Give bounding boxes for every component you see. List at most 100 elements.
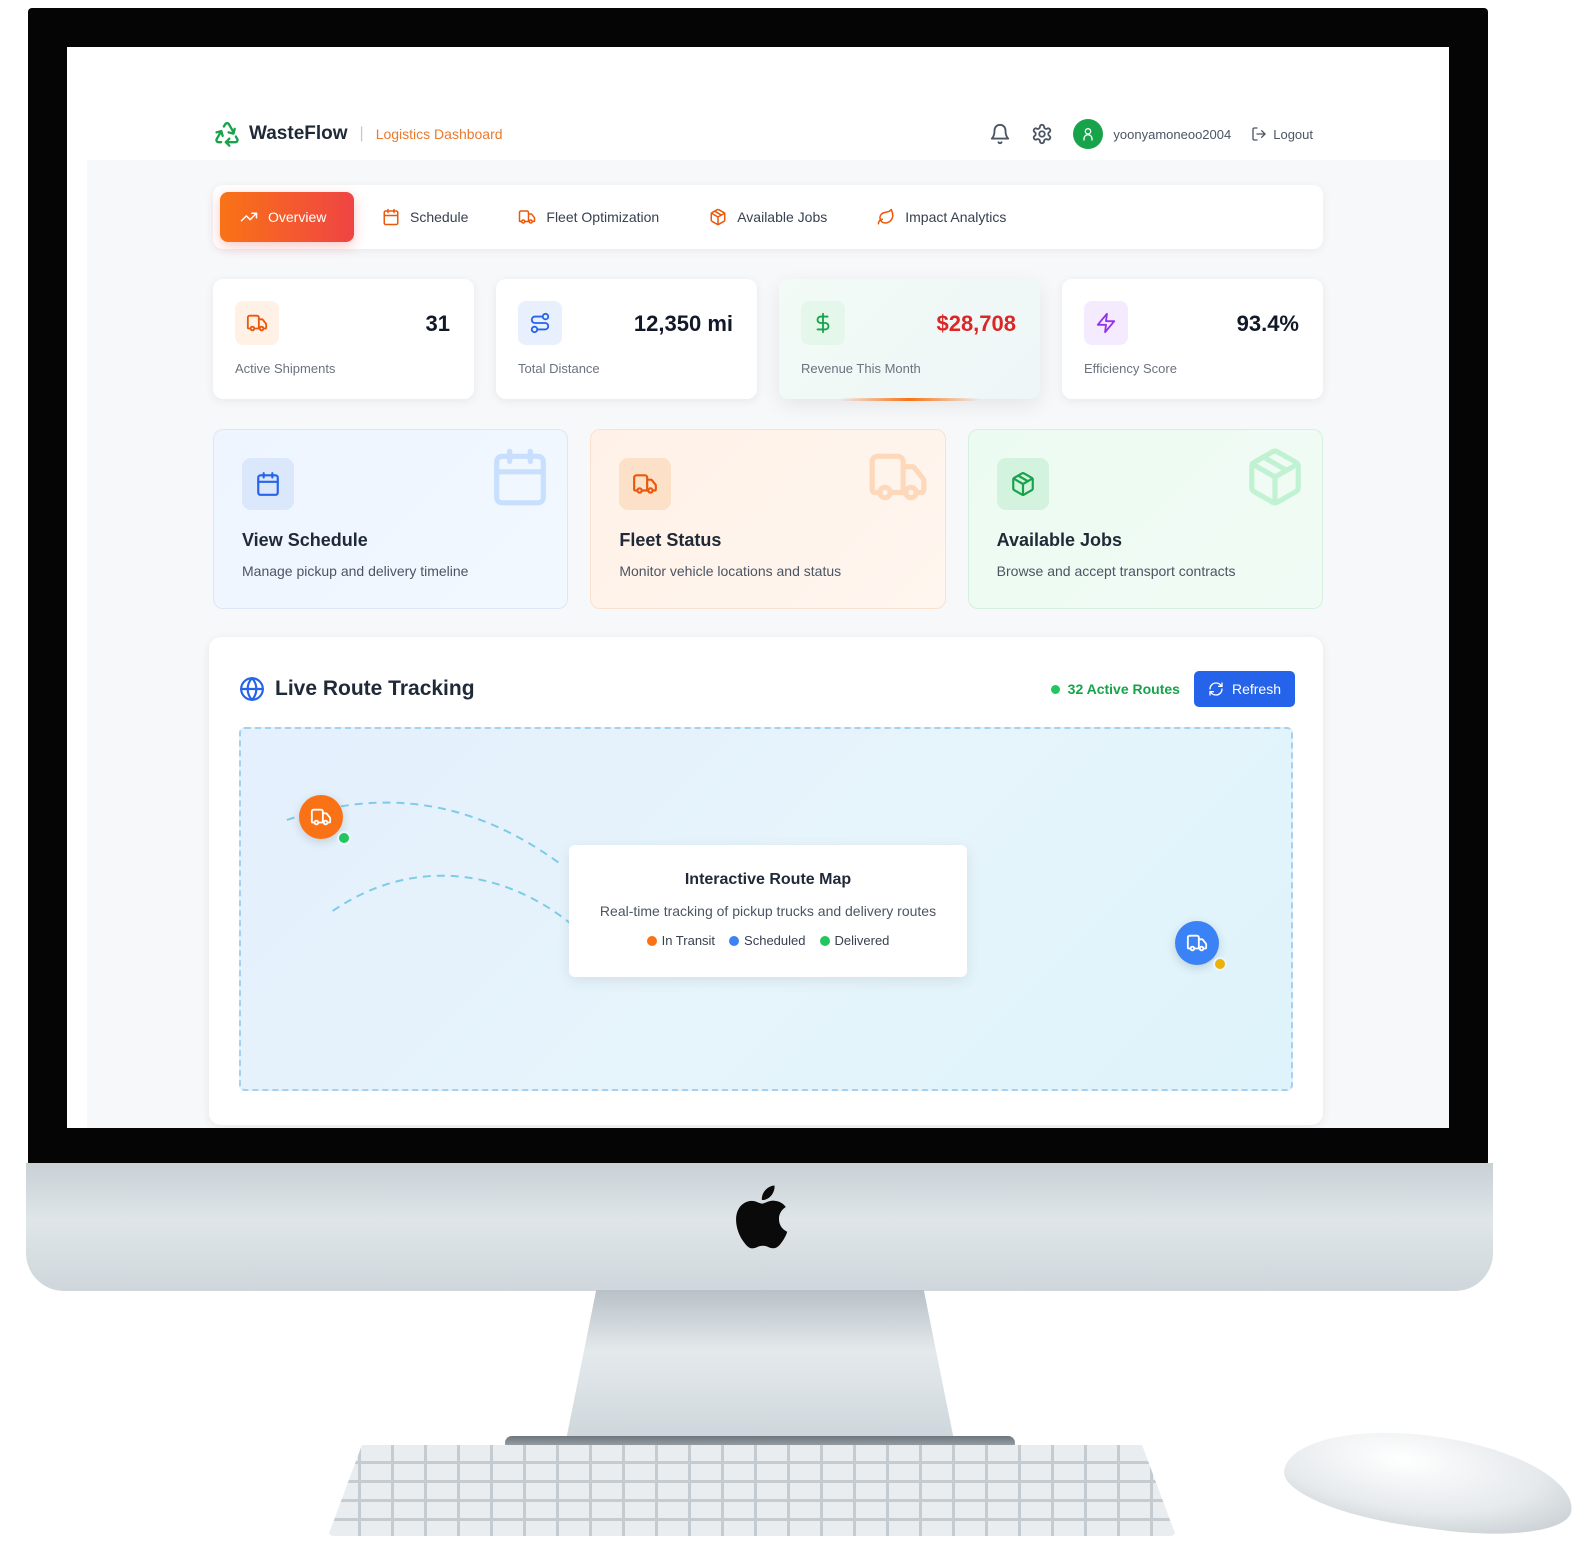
map-subtitle: Real-time tracking of pickup trucks and … <box>599 903 937 919</box>
route-icon <box>529 312 551 334</box>
view-schedule-card[interactable]: View Schedule Manage pickup and delivery… <box>213 429 569 609</box>
bell-icon[interactable] <box>989 123 1011 145</box>
screen: WasteFlow | Logistics Dashboard yoonyamo… <box>67 47 1449 1128</box>
monitor-stand <box>565 1290 955 1445</box>
available-jobs-card[interactable]: Available Jobs Browse and accept transpo… <box>967 429 1323 609</box>
stat-value: $28,708 <box>936 311 1016 336</box>
map-title: Interactive Route Map <box>684 871 852 888</box>
legend-label: In Transit <box>661 933 716 948</box>
truck-marker-in-transit[interactable] <box>299 795 343 839</box>
calendar-icon <box>255 471 281 497</box>
brand-subtitle: Logistics Dashboard <box>375 126 503 142</box>
stat-card-active-shipments: 31 Active Shipments <box>213 279 474 399</box>
tab-available-jobs[interactable]: Available Jobs <box>687 192 849 242</box>
legend-item-in-transit: In Transit <box>646 933 716 948</box>
stat-icon-box <box>801 301 845 345</box>
legend-item-scheduled: Scheduled <box>729 933 806 948</box>
map-info-card: Interactive Route Map Real-time tracking… <box>569 845 967 977</box>
card-icon-box <box>242 458 294 510</box>
map-legend: In Transit Scheduled Delivered <box>569 933 967 948</box>
username[interactable]: yoonyamoneoo2004 <box>1113 127 1231 142</box>
truck-icon <box>1186 932 1208 954</box>
truck-icon <box>310 806 332 828</box>
lightning-icon <box>1095 312 1117 334</box>
tab-label: Overview <box>268 209 327 225</box>
truck-icon <box>518 208 536 226</box>
card-description: Manage pickup and delivery timeline <box>242 563 469 579</box>
tab-label: Impact Analytics <box>905 209 1007 225</box>
status-dot-pending <box>1213 957 1227 971</box>
legend-label: Scheduled <box>744 933 806 948</box>
quick-actions-row: View Schedule Manage pickup and delivery… <box>213 429 1323 609</box>
live-route-tracking-panel: Live Route Tracking 32 Active Routes Ref… <box>209 637 1323 1125</box>
tab-bar: Overview Schedule Fleet Optimization Ava… <box>213 185 1323 249</box>
stat-label: Active Shipments <box>235 361 336 376</box>
truck-icon <box>632 471 658 497</box>
card-description: Browse and accept transport contracts <box>996 563 1236 579</box>
stats-row: 31 Active Shipments 12,350 mi Total Dist… <box>213 279 1323 401</box>
tab-label: Fleet Optimization <box>546 209 660 225</box>
legend-dot <box>729 935 740 946</box>
legend-dot <box>646 935 657 946</box>
refresh-button[interactable]: Refresh <box>1193 671 1295 707</box>
calendar-icon <box>382 208 400 226</box>
stat-card-total-distance: 12,350 mi Total Distance <box>496 279 757 399</box>
tab-fleet-optimization[interactable]: Fleet Optimization <box>496 192 681 242</box>
card-icon-box <box>996 458 1049 510</box>
stat-icon-box <box>235 301 279 345</box>
route-map[interactable]: Interactive Route Map Real-time tracking… <box>239 727 1293 1091</box>
stat-value: 93.4% <box>1236 311 1299 336</box>
active-routes-label: 32 Active Routes <box>1067 681 1180 697</box>
tracking-header: Live Route Tracking 32 Active Routes Ref… <box>239 669 1295 709</box>
package-icon <box>1010 471 1036 497</box>
refresh-icon <box>1208 681 1224 697</box>
tab-label: Available Jobs <box>737 209 828 225</box>
logout-icon <box>1251 126 1267 142</box>
gear-icon[interactable] <box>1031 123 1053 145</box>
tab-label: Schedule <box>410 209 469 225</box>
avatar[interactable] <box>1073 119 1104 149</box>
route-line-scheduled <box>332 874 571 924</box>
tracking-title: Live Route Tracking <box>275 677 475 700</box>
stat-label: Efficiency Score <box>1084 361 1177 376</box>
apple-logo-icon <box>736 1185 788 1249</box>
logout-label: Logout <box>1273 126 1313 142</box>
top-bar: WasteFlow | Logistics Dashboard yoonyamo… <box>213 117 1313 151</box>
trend-up-icon <box>240 208 258 226</box>
legend-dot <box>819 935 830 946</box>
card-title: View Schedule <box>242 530 368 550</box>
active-routes-badge: 32 Active Routes <box>1050 681 1180 697</box>
top-actions: yoonyamoneoo2004 Logout <box>989 119 1313 149</box>
legend-item-delivered: Delivered <box>819 933 889 948</box>
leaf-icon <box>877 208 895 226</box>
brand-name[interactable]: WasteFlow <box>249 123 348 145</box>
globe-icon <box>239 676 265 702</box>
status-dot-delivered <box>337 831 351 845</box>
calendar-icon <box>489 446 551 508</box>
card-icon-box <box>619 458 672 510</box>
truck-icon <box>867 446 929 508</box>
card-title: Available Jobs <box>996 530 1123 550</box>
truck-marker-scheduled[interactable] <box>1175 921 1219 965</box>
stat-icon-box <box>1084 301 1128 345</box>
logout-button[interactable]: Logout <box>1251 126 1313 142</box>
refresh-label: Refresh <box>1231 681 1281 697</box>
dollar-icon <box>812 312 834 334</box>
package-icon <box>709 208 727 226</box>
stat-value: 12,350 mi <box>633 311 733 336</box>
mouse <box>1279 1416 1579 1548</box>
stat-card-efficiency: 93.4% Efficiency Score <box>1062 279 1323 399</box>
recycle-icon <box>213 120 241 148</box>
card-title: Fleet Status <box>619 530 722 550</box>
fleet-status-card[interactable]: Fleet Status Monitor vehicle locations a… <box>590 429 946 609</box>
card-description: Monitor vehicle locations and status <box>619 563 842 579</box>
stat-label: Revenue This Month <box>801 361 921 376</box>
stat-icon-box <box>518 301 562 345</box>
tab-impact-analytics[interactable]: Impact Analytics <box>855 192 1028 242</box>
stat-value: 31 <box>425 311 450 336</box>
tab-overview[interactable]: Overview <box>220 192 354 242</box>
tab-schedule[interactable]: Schedule <box>360 192 490 242</box>
stat-label: Total Distance <box>518 361 600 376</box>
status-dot <box>1050 684 1060 694</box>
package-icon <box>1244 446 1306 508</box>
